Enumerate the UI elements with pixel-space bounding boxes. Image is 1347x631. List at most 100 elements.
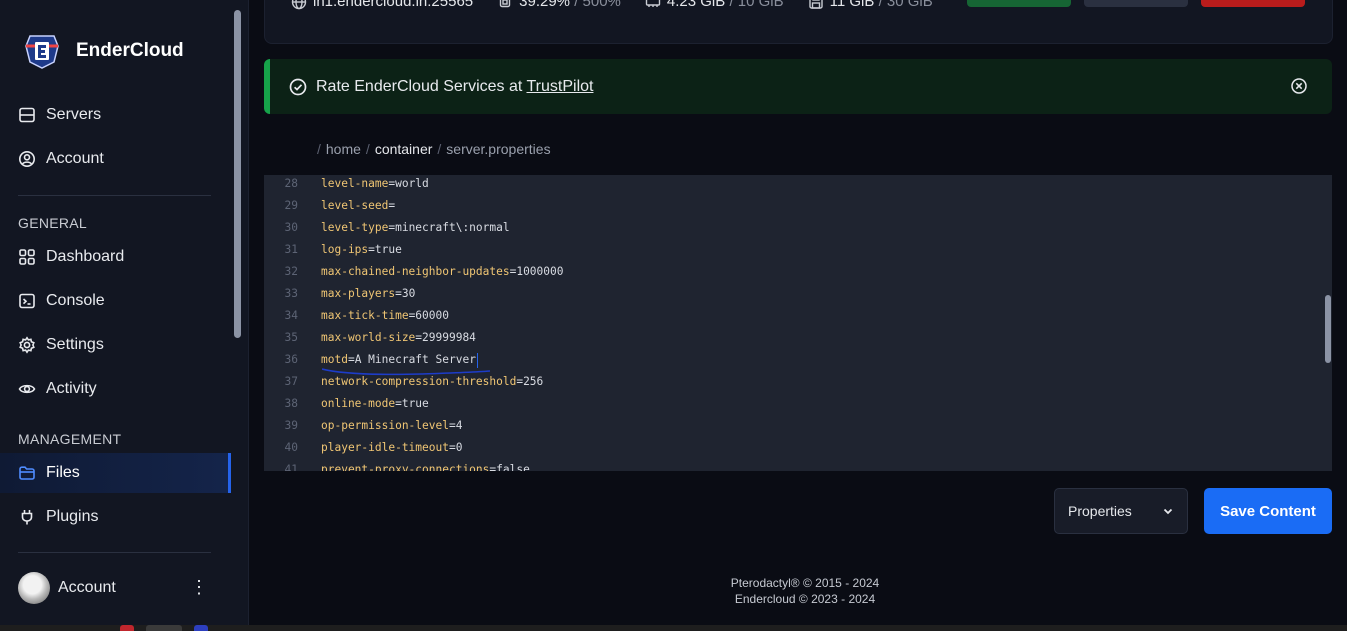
sidebar-item-label: Settings [46, 336, 104, 353]
code-line[interactable]: 38 online-mode=true [264, 393, 1332, 415]
property-key: op-permission-level [321, 419, 449, 432]
property-value: =0 [448, 441, 463, 454]
property-value: =256 [516, 375, 544, 388]
property-key: online-mode [321, 397, 396, 410]
restart-button[interactable] [1084, 0, 1188, 7]
line-number: 31 [284, 243, 298, 256]
code-line[interactable]: 34 max-tick-time=60000 [264, 305, 1332, 327]
footer: Pterodactyl® © 2015 - 2024 Endercloud © … [690, 575, 920, 607]
line-number: 40 [284, 441, 298, 454]
property-value: =60000 [408, 309, 449, 322]
line-number: 38 [284, 397, 298, 410]
taskbar-app-icon[interactable] [194, 625, 208, 631]
sidebar-item-account[interactable]: Account [0, 139, 230, 179]
line-number: 30 [284, 221, 298, 234]
property-value: =true [368, 243, 402, 256]
memory-usage: 4.23 GiB [666, 0, 726, 10]
file-mode-select[interactable]: Properties [1054, 488, 1188, 534]
property-value: =world [388, 177, 429, 190]
file-mode-value: Properties [1068, 503, 1132, 519]
sidebar-item-label: Dashboard [46, 248, 125, 265]
trustpilot-alert: Rate EnderCloud Services at TrustPilot [264, 59, 1332, 114]
stat-disk: 11 GiB / 30 GiB [808, 0, 933, 10]
start-button[interactable] [967, 0, 1071, 7]
sidebar-item-label: Files [46, 464, 80, 481]
breadcrumb-home[interactable]: home [326, 141, 361, 157]
property-key: max-chained-neighbor-updates [321, 265, 510, 278]
memory-limit: / 10 GiB [729, 0, 784, 10]
property-value: =1000000 [509, 265, 564, 278]
code-line[interactable]: 32 max-chained-neighbor-updates=1000000 [264, 261, 1332, 283]
taskbar-app-icon[interactable] [120, 625, 134, 631]
brand[interactable]: EnderCloud [22, 32, 184, 70]
property-key: max-players [321, 287, 396, 300]
endercloud-logo [25, 35, 59, 69]
kebab-icon[interactable]: ⋮ [190, 578, 208, 598]
brand-name: EnderCloud [76, 40, 184, 61]
folder-icon [18, 464, 36, 482]
property-value: =true [395, 397, 429, 410]
property-key: motd [321, 353, 348, 366]
code-line[interactable]: 33 max-players=30 [264, 283, 1332, 305]
code-text: max-tick-time=60000 [321, 305, 449, 327]
sidebar-item-activity[interactable]: Activity [0, 369, 230, 409]
cpu-usage: 39.29% [519, 0, 571, 10]
trustpilot-link[interactable]: TrustPilot [526, 78, 593, 95]
code-text: level-type=minecraft\:normal [321, 217, 510, 239]
line-number: 32 [284, 265, 298, 278]
stop-button[interactable] [1201, 0, 1305, 7]
breadcrumb: / home / container / server.properties [312, 141, 551, 157]
code-text: player-idle-timeout=0 [321, 437, 462, 459]
close-icon[interactable] [1290, 77, 1308, 95]
code-editor[interactable]: 28 level-name=world 29 level-seed= 30 level-t… [264, 175, 1332, 471]
account-label: Account [58, 579, 116, 596]
sidebar-item-label: Console [46, 292, 105, 309]
code-line[interactable]: 31 log-ips=true [264, 239, 1332, 261]
sidebar-item-plugins[interactable]: Plugins [0, 497, 230, 537]
line-number: 29 [284, 199, 298, 212]
code-line[interactable]: 40 player-idle-timeout=0 [264, 437, 1332, 459]
sidebar-scrollbar[interactable] [234, 10, 241, 338]
sidebar-item-servers[interactable]: Servers [0, 95, 230, 135]
disk-usage: 11 GiB [829, 0, 875, 10]
save-content-button[interactable]: Save Content [1204, 488, 1332, 534]
line-number: 36 [284, 353, 298, 366]
property-key: prevent-proxy-connections [321, 463, 490, 471]
line-number: 37 [284, 375, 298, 388]
property-value: =29999984 [415, 331, 476, 344]
line-number: 33 [284, 287, 298, 300]
editor-scrollbar[interactable] [1325, 295, 1331, 363]
property-value: =A Minecraft Server [347, 353, 476, 366]
code-text: level-seed= [321, 195, 395, 217]
breadcrumb-file: server.properties [446, 141, 551, 157]
section-header-management: MANAGEMENT [18, 431, 122, 447]
code-line[interactable]: 39 op-permission-level=4 [264, 415, 1332, 437]
code-line[interactable]: 29 level-seed= [264, 195, 1332, 217]
os-taskbar [0, 625, 1347, 631]
stats-row: in1.endercloud.in:25565 39.29% / 500% 4.… [291, 0, 957, 10]
stat-cpu: 39.29% / 500% [497, 0, 621, 10]
gear-icon [18, 336, 36, 354]
footer-endercloud: Endercloud © 2023 - 2024 [734, 592, 876, 606]
grid-icon [18, 248, 36, 266]
property-value: = [388, 199, 396, 212]
code-text: max-players=30 [321, 283, 415, 305]
taskbar-app-icon[interactable] [146, 625, 182, 631]
memory-icon [645, 0, 661, 7]
breadcrumb-container[interactable]: container [375, 141, 433, 157]
line-number: 35 [284, 331, 298, 344]
account-menu[interactable]: Account ⋮ [18, 572, 218, 604]
property-value: =false [489, 463, 530, 471]
code-line[interactable]: 35 max-world-size=29999984 [264, 327, 1332, 349]
code-line[interactable]: 30 level-type=minecraft\:normal [264, 217, 1332, 239]
sidebar-item-console[interactable]: Console [0, 281, 230, 321]
code-line[interactable]: 28 level-name=world [264, 175, 1332, 195]
code-text: max-chained-neighbor-updates=1000000 [321, 261, 563, 283]
code-line[interactable]: 41 prevent-proxy-connections=false [264, 459, 1332, 471]
sidebar-item-files[interactable]: Files [0, 453, 231, 493]
sidebar-item-dashboard[interactable]: Dashboard [0, 237, 230, 277]
line-number: 34 [284, 309, 298, 322]
sidebar-item-settings[interactable]: Settings [0, 325, 230, 365]
server-address[interactable]: in1.endercloud.in:25565 [313, 0, 473, 10]
sidebar: EnderCloud Servers Account GENERAL Dashb… [0, 0, 249, 625]
